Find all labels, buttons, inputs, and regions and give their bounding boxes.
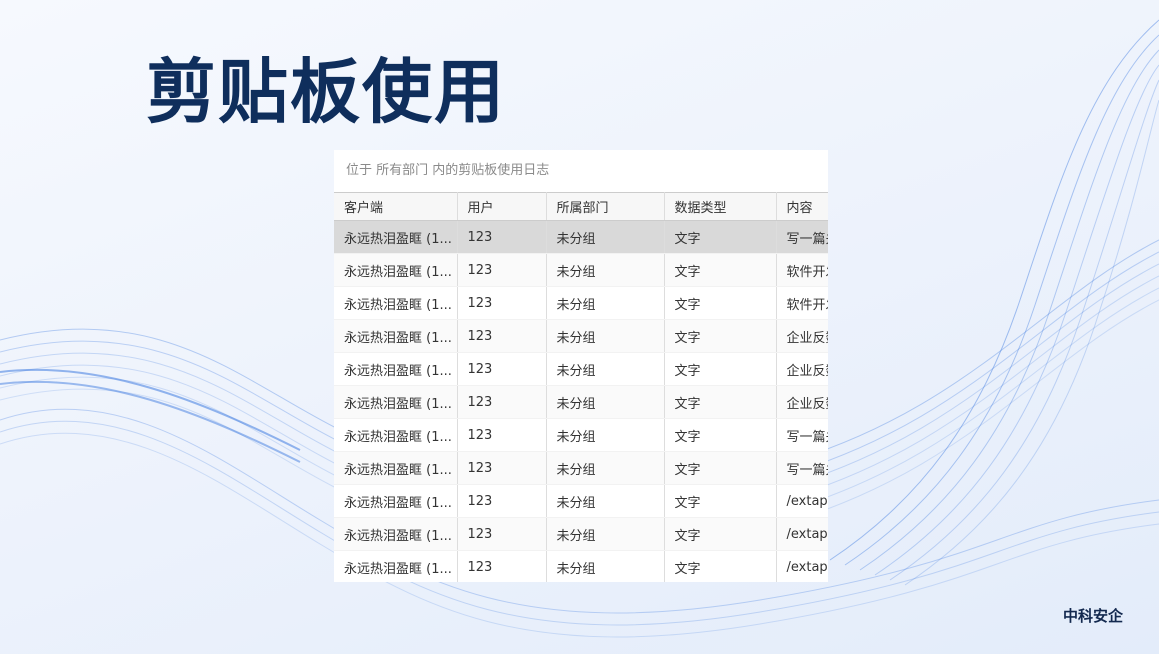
- cell-client: 永远热泪盈眶 (1...: [334, 253, 458, 287]
- cell-client: 永远热泪盈眶 (1...: [334, 286, 458, 320]
- cell-data-type: 文字: [664, 517, 777, 551]
- cell-data-type: 文字: [664, 484, 777, 518]
- cell-department: 未分组: [546, 220, 665, 254]
- cell-content: /extapi/: [776, 484, 828, 518]
- table-row[interactable]: 永远热泪盈眶 (1... 123 未分组 文字 企业反数: [334, 352, 828, 386]
- cell-user: 123: [457, 550, 547, 582]
- cell-data-type: 文字: [664, 418, 777, 452]
- cell-client: 永远热泪盈眶 (1...: [334, 550, 458, 582]
- cell-client: 永远热泪盈眶 (1...: [334, 451, 458, 485]
- cell-department: 未分组: [546, 517, 665, 551]
- cell-content: 企业反数: [776, 319, 828, 353]
- cell-client: 永远热泪盈眶 (1...: [334, 517, 458, 551]
- column-header-content[interactable]: 内容: [776, 192, 828, 221]
- cell-content: /extapi/: [776, 550, 828, 582]
- column-header-client[interactable]: 客户端: [334, 192, 458, 221]
- cell-department: 未分组: [546, 253, 665, 287]
- cell-data-type: 文字: [664, 385, 777, 419]
- cell-user: 123: [457, 352, 547, 386]
- table-row[interactable]: 永远热泪盈眶 (1... 123 未分组 文字 /extapi/: [334, 484, 828, 518]
- cell-department: 未分组: [546, 451, 665, 485]
- cell-data-type: 文字: [664, 352, 777, 386]
- log-location-caption: 位于 所有部门 内的剪贴板使用日志: [334, 150, 828, 192]
- cell-user: 123: [457, 286, 547, 320]
- cell-client: 永远热泪盈眶 (1...: [334, 352, 458, 386]
- cell-content: 写一篇关: [776, 451, 828, 485]
- table-row[interactable]: 永远热泪盈眶 (1... 123 未分组 文字 /extapi/: [334, 517, 828, 551]
- table-row[interactable]: 永远热泪盈眶 (1... 123 未分组 文字 /extapi/: [334, 550, 828, 582]
- cell-client: 永远热泪盈眶 (1...: [334, 385, 458, 419]
- cell-content: 写一篇关: [776, 418, 828, 452]
- table-row[interactable]: 永远热泪盈眶 (1... 123 未分组 文字 企业反数: [334, 319, 828, 353]
- cell-department: 未分组: [546, 484, 665, 518]
- table-row[interactable]: 永远热泪盈眶 (1... 123 未分组 文字 企业反数: [334, 385, 828, 419]
- table-row[interactable]: 永远热泪盈眶 (1... 123 未分组 文字 写一篇关: [334, 451, 828, 485]
- brand-logo-text: 中科安企: [1062, 607, 1123, 625]
- cell-department: 未分组: [546, 352, 665, 386]
- cell-user: 123: [457, 253, 547, 287]
- table-header-row: 客户端 用户 所属部门 数据类型 内容: [334, 192, 828, 221]
- cell-data-type: 文字: [664, 286, 777, 320]
- cell-content: /extapi/: [776, 517, 828, 551]
- cell-client: 永远热泪盈眶 (1...: [334, 319, 458, 353]
- table-row[interactable]: 永远热泪盈眶 (1... 123 未分组 文字 软件开发: [334, 253, 828, 287]
- cell-client: 永远热泪盈眶 (1...: [334, 220, 458, 254]
- cell-user: 123: [457, 451, 547, 485]
- cell-data-type: 文字: [664, 451, 777, 485]
- column-header-user[interactable]: 用户: [457, 192, 547, 221]
- cell-user: 123: [457, 220, 547, 254]
- cell-client: 永远热泪盈眶 (1...: [334, 418, 458, 452]
- cell-user: 123: [457, 319, 547, 353]
- cell-data-type: 文字: [664, 253, 777, 287]
- cell-data-type: 文字: [664, 550, 777, 582]
- cell-user: 123: [457, 385, 547, 419]
- cell-content: 企业反数: [776, 385, 828, 419]
- cell-content: 企业反数: [776, 352, 828, 386]
- table-row[interactable]: 永远热泪盈眶 (1... 123 未分组 文字 写一篇关: [334, 418, 828, 452]
- clipboard-log-panel: 位于 所有部门 内的剪贴板使用日志 客户端 用户 所属部门 数据类型 内容 永远…: [334, 150, 828, 582]
- cell-content: 软件开发: [776, 253, 828, 287]
- cell-department: 未分组: [546, 385, 665, 419]
- cell-data-type: 文字: [664, 319, 777, 353]
- table-row[interactable]: 永远热泪盈眶 (1... 123 未分组 文字 写一篇关: [334, 220, 828, 254]
- cell-client: 永远热泪盈眶 (1...: [334, 484, 458, 518]
- cell-user: 123: [457, 418, 547, 452]
- cell-department: 未分组: [546, 319, 665, 353]
- clipboard-log-table: 客户端 用户 所属部门 数据类型 内容 永远热泪盈眶 (1... 123 未分组…: [334, 192, 828, 582]
- cell-department: 未分组: [546, 286, 665, 320]
- cell-data-type: 文字: [664, 220, 777, 254]
- cell-user: 123: [457, 484, 547, 518]
- column-header-department[interactable]: 所属部门: [546, 192, 665, 221]
- cell-department: 未分组: [546, 550, 665, 582]
- cell-content: 写一篇关: [776, 220, 828, 254]
- page-title: 剪贴板使用: [146, 51, 506, 133]
- cell-content: 软件开发: [776, 286, 828, 320]
- table-row[interactable]: 永远热泪盈眶 (1... 123 未分组 文字 软件开发: [334, 286, 828, 320]
- cell-department: 未分组: [546, 418, 665, 452]
- column-header-data-type[interactable]: 数据类型: [664, 192, 777, 221]
- cell-user: 123: [457, 517, 547, 551]
